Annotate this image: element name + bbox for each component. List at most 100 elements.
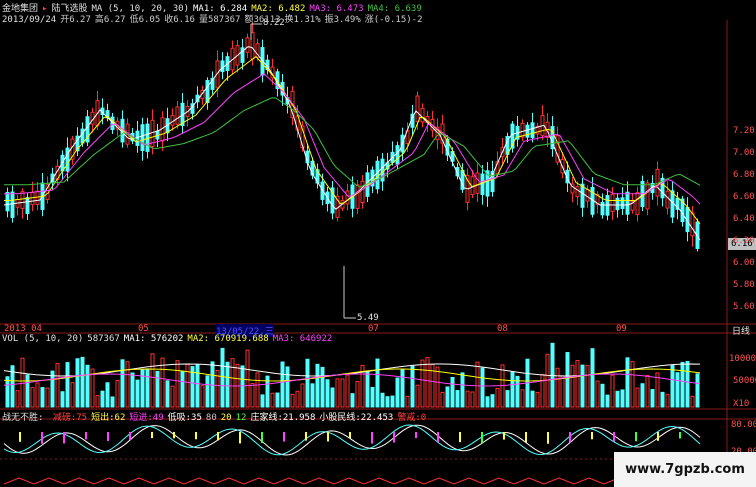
volume-bar[interactable] [505, 390, 510, 408]
volume-bar[interactable] [55, 362, 60, 408]
volume-bar[interactable] [105, 382, 110, 408]
candle[interactable] [175, 106, 180, 125]
volume-bar[interactable] [570, 364, 575, 408]
volume-bar[interactable] [375, 358, 380, 408]
volume-bar[interactable] [585, 365, 590, 408]
candle[interactable] [520, 122, 525, 138]
volume-bar[interactable] [100, 390, 105, 408]
volume-bar[interactable] [75, 358, 80, 408]
volume-bar[interactable] [380, 392, 385, 408]
volume-bar[interactable] [250, 383, 255, 408]
candle[interactable] [690, 212, 695, 237]
volume-bar[interactable] [95, 395, 100, 408]
volume-bar[interactable] [455, 390, 460, 408]
volume-bar[interactable] [620, 389, 625, 408]
volume-bar[interactable] [115, 379, 120, 408]
candle[interactable] [600, 201, 605, 216]
volume-bar[interactable] [170, 385, 175, 408]
volume-bar[interactable] [595, 380, 600, 408]
indicator-title[interactable]: 战无不胜: [2, 413, 43, 423]
candle[interactable] [220, 60, 225, 73]
volume-bar[interactable] [145, 368, 150, 408]
candle[interactable] [360, 180, 365, 204]
volume-bar[interactable] [15, 390, 20, 408]
volume-bar[interactable] [365, 371, 370, 408]
candle[interactable] [610, 194, 615, 212]
volume-bar[interactable] [220, 347, 225, 408]
volume-bar[interactable] [300, 383, 305, 408]
volume-bar[interactable] [70, 382, 75, 408]
volume-bar[interactable] [630, 361, 635, 408]
volume-bar[interactable] [625, 357, 630, 408]
volume-bars[interactable] [5, 342, 700, 408]
volume-bar[interactable] [670, 365, 675, 408]
volume-bar[interactable] [230, 358, 235, 408]
volume-bar[interactable] [675, 372, 680, 408]
volume-bar[interactable] [580, 364, 585, 408]
volume-bar[interactable] [600, 383, 605, 408]
volume-bar[interactable] [205, 375, 210, 408]
volume-bar[interactable] [690, 395, 695, 408]
volume-bar[interactable] [5, 376, 10, 408]
volume-bar[interactable] [685, 360, 690, 408]
candle[interactable] [395, 145, 400, 165]
volume-bar[interactable] [345, 374, 350, 408]
candle[interactable] [475, 172, 480, 194]
volume-bar[interactable] [120, 359, 125, 408]
volume-bar[interactable] [495, 388, 500, 408]
volume-bar[interactable] [405, 395, 410, 408]
volume-bar[interactable] [280, 361, 285, 408]
volume-bar[interactable] [155, 370, 160, 408]
volume-bar[interactable] [200, 385, 205, 408]
candle[interactable] [140, 124, 145, 152]
volume-bar[interactable] [150, 353, 155, 408]
volume-bar[interactable] [50, 370, 55, 408]
volume-bar[interactable] [320, 366, 325, 408]
volume-bar[interactable] [240, 365, 245, 408]
candle[interactable] [170, 114, 175, 126]
volume-bar[interactable] [640, 383, 645, 408]
volume-bar[interactable] [355, 381, 360, 408]
volume-bar[interactable] [410, 365, 415, 408]
volume-bar[interactable] [85, 364, 90, 408]
volume-bar[interactable] [65, 362, 70, 408]
volume-bar[interactable] [305, 358, 310, 408]
volume-bar[interactable] [390, 395, 395, 408]
volume-bar[interactable] [465, 390, 470, 408]
volume-bar[interactable] [635, 387, 640, 408]
volume-bar[interactable] [325, 379, 330, 408]
candle[interactable] [375, 160, 380, 190]
volume-bar[interactable] [445, 386, 450, 408]
volume-bar[interactable] [490, 394, 495, 408]
candle[interactable] [245, 37, 250, 53]
candle[interactable] [420, 107, 425, 123]
volume-bar[interactable] [275, 392, 280, 408]
volume-bar[interactable] [140, 369, 145, 408]
candle[interactable] [30, 192, 35, 206]
volume-bar[interactable] [415, 384, 420, 408]
volume-bar[interactable] [530, 390, 535, 408]
volume-bar[interactable] [520, 389, 525, 408]
candle[interactable] [20, 191, 25, 209]
volume-bar[interactable] [645, 374, 650, 408]
volume-bar[interactable] [435, 366, 440, 408]
volume-bar[interactable] [210, 361, 215, 408]
candle[interactable] [35, 190, 40, 205]
volume-bar[interactable] [260, 394, 265, 408]
volume-bar[interactable] [80, 356, 85, 408]
candle[interactable] [355, 184, 360, 209]
volume-bar[interactable] [130, 372, 135, 408]
volume-bar[interactable] [125, 361, 130, 408]
candlestick-series[interactable] [5, 22, 700, 252]
volume-bar[interactable] [695, 373, 700, 408]
volume-bar[interactable] [45, 387, 50, 408]
candle[interactable] [585, 188, 590, 202]
candle[interactable] [645, 182, 650, 210]
volume-title[interactable]: VOL (5, 10, 20) [2, 334, 83, 344]
candle[interactable] [635, 192, 640, 215]
volume-bar[interactable] [395, 377, 400, 408]
volume-bar[interactable] [245, 349, 250, 408]
volume-bar[interactable] [420, 359, 425, 408]
volume-bar[interactable] [665, 393, 670, 408]
candle[interactable] [5, 191, 10, 212]
